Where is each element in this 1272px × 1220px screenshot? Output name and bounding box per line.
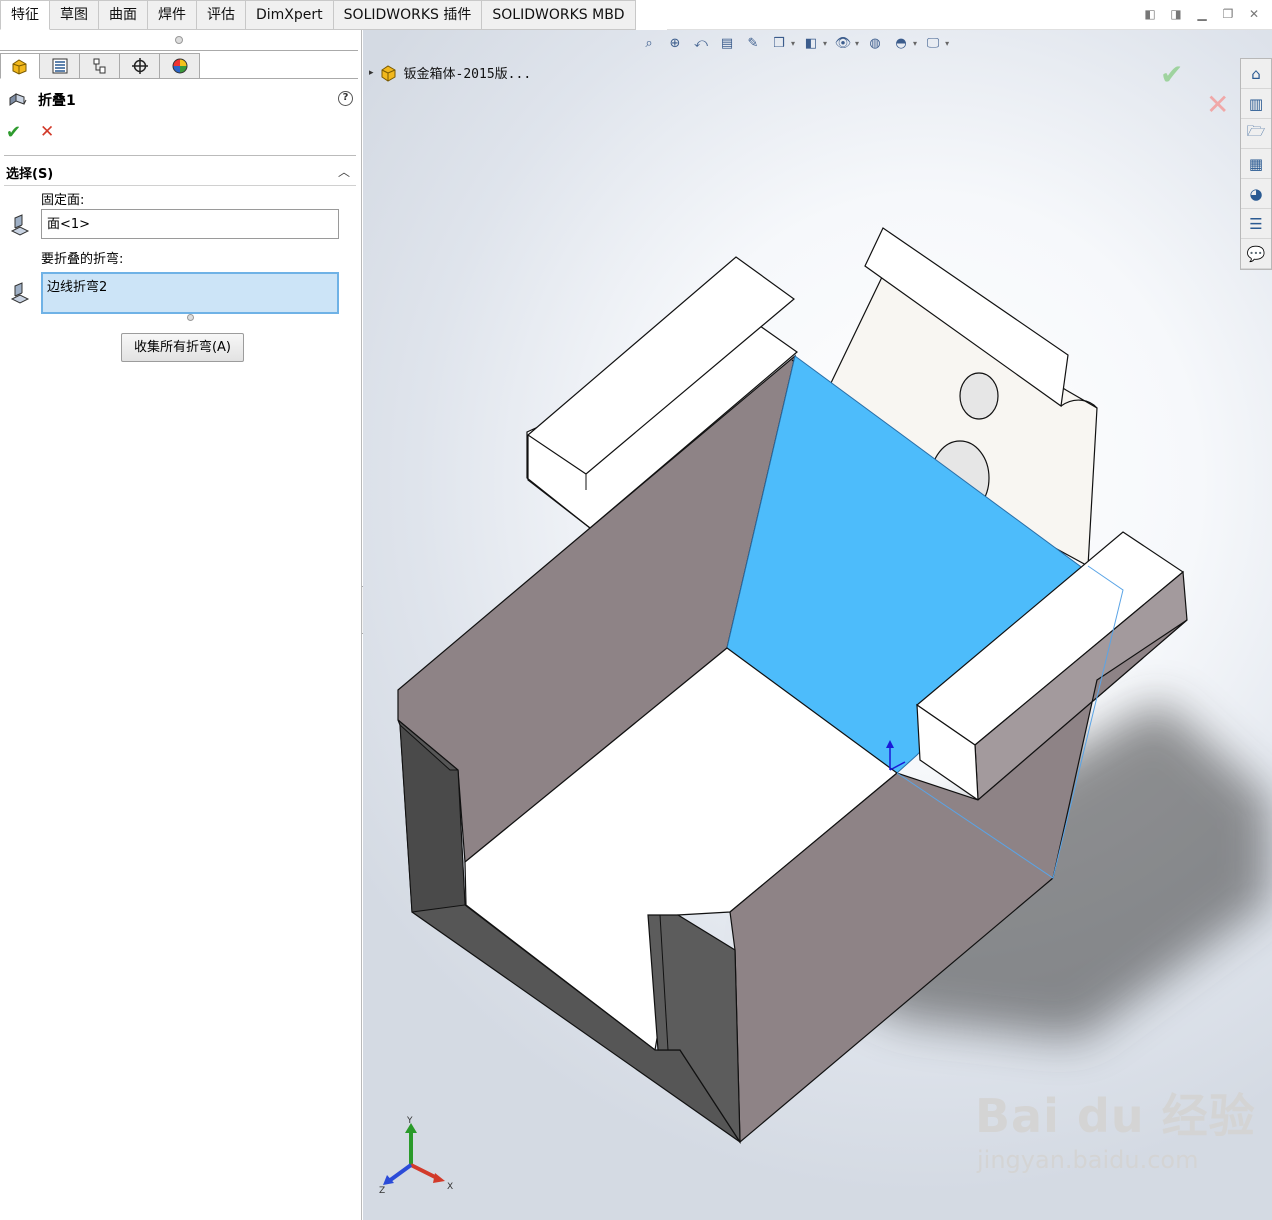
hide-show-items-icon[interactable]: 👁 [833,33,853,53]
display-style-icon[interactable]: ◧ [801,33,821,53]
crosshair-icon [131,58,148,74]
group-divider [4,185,356,186]
bend-selection-icon [10,282,30,304]
tab-features[interactable]: 特征 [0,0,50,30]
tab-solidworks-addins[interactable]: SOLIDWORKS 插件 [333,0,483,30]
small-hole [959,372,999,420]
view-orientation-icon[interactable]: ❒ [769,33,789,53]
graphics-viewport[interactable]: ⌕ ⊕ ⤺ ▤ ✎ ❒ ▾ ◧ ▾ 👁 ▾ ◍ ◓ ▾ 🖵 ▾ ▸ 钣金箱体-2015版.… [363,30,1272,1220]
reference-triad: Y X Z [379,1116,453,1195]
tile-left-icon[interactable]: ◧ [1142,6,1158,22]
triad-x-label: X [447,1182,453,1192]
apply-scene-icon[interactable]: ◓ [891,33,911,53]
tabbar-background: ◧ ◨ ▁ ❐ ✕ [667,0,1272,30]
tab-weldments[interactable]: 焊件 [148,0,197,30]
file-explorer-icon[interactable]: 🗁 [1241,119,1271,149]
display-manager-icon [172,58,187,74]
ok-button[interactable]: ✔ [6,122,21,143]
selection-group-title: 选择(S) [6,167,54,182]
custom-properties-icon[interactable]: ☰ [1241,209,1271,239]
view-settings-icon[interactable]: 🖵 [923,33,943,53]
bends-to-fold-selection-box[interactable]: 边线折弯2 [41,272,339,314]
fixed-face-selection-box[interactable]: 面<1> [41,209,339,239]
close-icon[interactable]: ✕ [1246,6,1262,22]
collect-all-bends-button[interactable]: 收集所有折弯(A) [121,333,244,362]
window-controls: ◧ ◨ ▁ ❐ ✕ [1142,6,1262,22]
edit-appearance-icon[interactable]: ◍ [865,33,885,53]
selection-group-header[interactable]: 选择(S) ︿ [6,163,356,183]
collapse-icon[interactable]: ︿ [338,163,350,180]
property-manager-icon [52,58,67,74]
zoom-to-fit-icon[interactable]: ⌕ [639,33,659,53]
command-manager-tabs: 特征 草图 曲面 焊件 评估 DimXpert SOLIDWORKS 插件 SO… [0,0,636,30]
property-manager-tab[interactable] [40,53,80,79]
configuration-manager-tab[interactable] [80,53,120,79]
list-resize-grip[interactable] [187,314,194,321]
watermark-main-text: Bai du 经验 [975,1089,1256,1143]
heads-up-view-toolbar: ⌕ ⊕ ⤺ ▤ ✎ ❒ ▾ ◧ ▾ 👁 ▾ ◍ ◓ ▾ 🖵 ▾ [639,33,949,53]
previous-view-icon[interactable]: ⤺ [691,33,711,53]
confirmation-ok-icon[interactable]: ✔ [1160,58,1183,91]
triad-z-label: Z [379,1186,385,1195]
face-selection-icon [10,214,30,236]
property-manager-header: 折叠1 ? [8,88,353,112]
part-name: 钣金箱体-2015版... [403,67,532,82]
bends-to-fold-label: 要折叠的折弯: [41,252,124,267]
task-pane: ⌂ ▥ 🗁 ▦ ◕ ☰ 💬 [1240,58,1272,270]
feature-manager-tab[interactable] [0,53,40,79]
property-manager-panel: 折叠1 ? ✔ ✕ 选择(S) ︿ 固定面: 面<1> 要折叠的折弯: 边线折弯… [0,30,362,1220]
zoom-to-area-icon[interactable]: ⊕ [665,33,685,53]
header-separator [4,155,356,156]
minimize-icon[interactable]: ▁ [1194,6,1210,22]
tab-evaluate[interactable]: 评估 [197,0,246,30]
help-icon[interactable]: ? [338,91,353,106]
tab-surfaces[interactable]: 曲面 [99,0,148,30]
dimxpert-manager-tab[interactable] [120,53,160,79]
restore-icon[interactable]: ❐ [1220,6,1236,22]
property-manager-title: 折叠1 [38,93,76,109]
home-icon[interactable]: ⌂ [1241,59,1271,89]
dynamic-annotation-icon[interactable]: ✎ [743,33,763,53]
confirmation-cancel-icon[interactable]: ✕ [1206,88,1229,121]
view-palette-icon[interactable]: ▦ [1241,149,1271,179]
tab-solidworks-mbd[interactable]: SOLIDWORKS MBD [482,0,636,30]
section-view-icon[interactable]: ▤ [717,33,737,53]
flyout-feature-tree[interactable]: ▸ 钣金箱体-2015版... [369,63,531,82]
cancel-button[interactable]: ✕ [40,122,54,142]
fold-feature-icon [9,93,27,106]
manager-tab-line [200,78,358,79]
panel-grip[interactable] [175,36,183,44]
part-icon [381,64,396,82]
manager-tabs [0,53,200,79]
sheet-metal-model [397,227,1270,1145]
forum-icon[interactable]: 💬 [1241,239,1271,269]
configuration-manager-icon [93,58,105,74]
tab-dimxpert[interactable]: DimXpert [246,0,334,30]
expand-arrow-icon[interactable]: ▸ [369,68,374,78]
triad-y-label: Y [406,1116,413,1126]
display-manager-tab[interactable] [160,53,200,79]
tab-sketch[interactable]: 草图 [50,0,99,30]
baidu-watermark: Bai du 经验 jingyan.baidu.com [975,1080,1256,1174]
tile-right-icon[interactable]: ◨ [1168,6,1184,22]
panel-separator [0,50,358,51]
appearances-icon[interactable]: ◕ [1241,179,1271,209]
feature-manager-icon [12,59,27,75]
design-library-icon[interactable]: ▥ [1241,89,1271,119]
fixed-face-label: 固定面: [41,193,85,208]
watermark-url: jingyan.baidu.com [977,1146,1199,1174]
